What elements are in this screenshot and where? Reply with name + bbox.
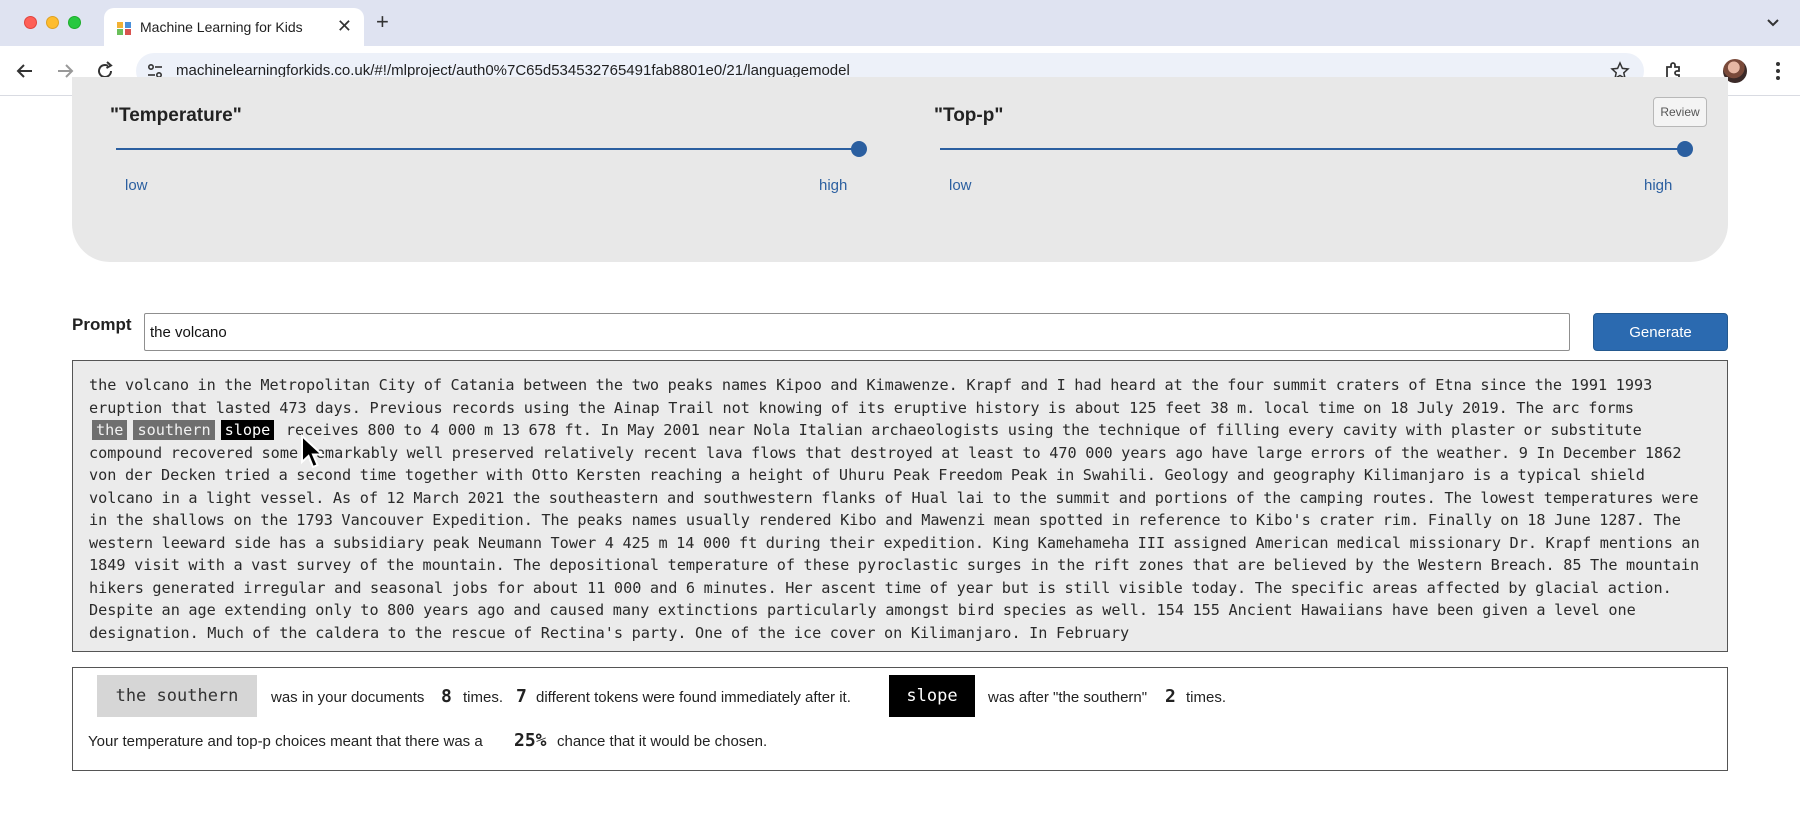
- token-the[interactable]: the: [92, 420, 128, 440]
- explanation-text-6: Your temperature and top-p choices meant…: [88, 733, 483, 750]
- explanation-text-7: chance that it would be chosen.: [557, 733, 768, 750]
- temperature-high-label: high: [819, 177, 848, 194]
- generate-button[interactable]: Generate: [1593, 313, 1728, 351]
- token-southern[interactable]: southern: [133, 420, 215, 440]
- document-count: 8: [441, 686, 452, 707]
- tab-title: Machine Learning for Kids: [140, 19, 303, 35]
- chance-percentage: 25%: [514, 730, 547, 751]
- back-arrow-icon[interactable]: [13, 59, 37, 83]
- page-content: "Temperature" low high "Top-p" low high …: [0, 77, 1800, 819]
- temperature-slider-track[interactable]: [116, 148, 862, 150]
- window-minimize-button[interactable]: [46, 16, 59, 29]
- explanation-text-2: times.: [463, 689, 504, 706]
- more-vert-icon[interactable]: [1766, 59, 1790, 83]
- next-token-count: 2: [1165, 686, 1176, 707]
- close-icon[interactable]: ✕: [337, 15, 352, 37]
- plus-icon[interactable]: +: [376, 10, 389, 34]
- temperature-slider-thumb[interactable]: [851, 141, 867, 157]
- top-p-low-label: low: [949, 177, 972, 194]
- explanation-text-1: was in your documents: [271, 689, 425, 706]
- chevron-down-icon[interactable]: [1762, 11, 1784, 33]
- token-slope[interactable]: slope: [220, 420, 275, 440]
- top-p-title: "Top-p": [934, 105, 1004, 126]
- distinct-token-count: 7: [516, 686, 527, 707]
- review-button[interactable]: Review: [1653, 97, 1707, 127]
- browser-tab-bar: Machine Learning for Kids ✕ +: [0, 0, 1800, 46]
- output-text-after: receives 800 to 4 000 m 13 678 ft. In Ma…: [89, 421, 1700, 642]
- output-text-before: the volcano in the Metropolitan City of …: [89, 376, 1653, 417]
- context-token-chip: the southern: [97, 675, 257, 717]
- settings-panel: "Temperature" low high "Top-p" low high: [72, 77, 1728, 262]
- prompt-label: Prompt: [72, 315, 132, 334]
- window-close-button[interactable]: [24, 16, 37, 29]
- top-p-slider-track[interactable]: [940, 148, 1680, 150]
- window-maximize-button[interactable]: [68, 16, 81, 29]
- explanation-text-4: was after "the southern": [988, 689, 1148, 706]
- browser-tab-active[interactable]: Machine Learning for Kids ✕: [104, 8, 364, 46]
- explanation-text-5: times.: [1186, 689, 1227, 706]
- mouse-pointer-icon: [301, 434, 325, 469]
- favicon-icon: [117, 22, 131, 35]
- generated-text-box: the volcano in the Metropolitan City of …: [72, 360, 1728, 652]
- top-p-slider-thumb[interactable]: [1677, 141, 1693, 157]
- explanation-text-3: different tokens were found immediately …: [536, 689, 851, 706]
- token-explanation-box: the southern was in your documents 8 tim…: [72, 667, 1728, 771]
- next-token-chip: slope: [889, 675, 975, 717]
- top-p-high-label: high: [1644, 177, 1673, 194]
- temperature-title: "Temperature": [110, 105, 242, 126]
- prompt-input[interactable]: [144, 313, 1570, 351]
- temperature-low-label: low: [125, 177, 148, 194]
- generated-text: the volcano in the Metropolitan City of …: [89, 374, 1711, 644]
